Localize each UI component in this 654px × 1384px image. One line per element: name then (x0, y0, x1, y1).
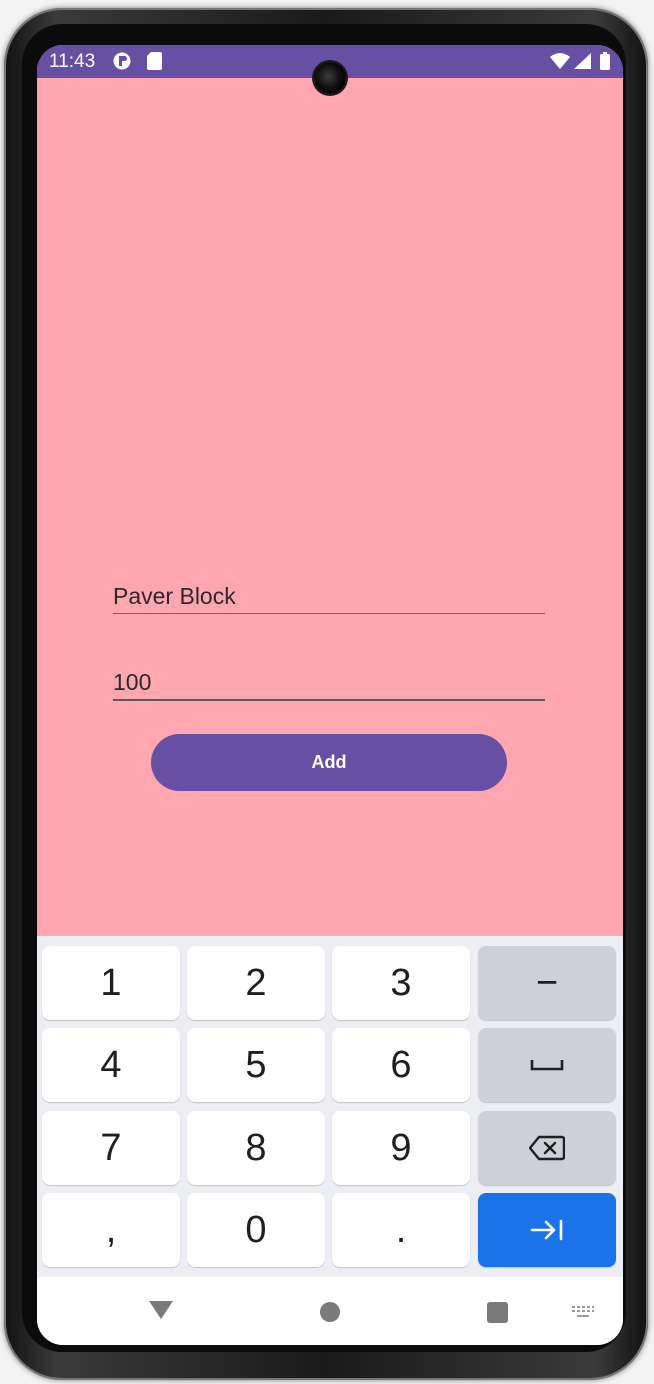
key-minus[interactable]: − (478, 946, 616, 1020)
add-button[interactable]: Add (151, 734, 507, 791)
backspace-icon (529, 1135, 565, 1161)
key-5[interactable]: 5 (187, 1028, 325, 1102)
key-7[interactable]: 7 (42, 1111, 180, 1185)
key-comma[interactable]: , (42, 1193, 180, 1267)
key-period[interactable]: . (332, 1193, 470, 1267)
key-backspace[interactable] (478, 1111, 616, 1185)
space-icon (530, 1060, 564, 1071)
wifi-icon (550, 53, 570, 69)
key-9[interactable]: 9 (332, 1111, 470, 1185)
back-triangle-icon[interactable] (149, 1301, 173, 1319)
device-screen: 11:43 Add (37, 45, 623, 1345)
media-icon (113, 52, 131, 70)
page: 11:43 Add (0, 0, 654, 1384)
keyboard-switch-icon[interactable] (571, 1305, 595, 1319)
item-name-input[interactable] (113, 579, 545, 614)
key-4[interactable]: 4 (42, 1028, 180, 1102)
recents-square-icon[interactable] (487, 1302, 508, 1323)
battery-icon (600, 52, 610, 70)
front-camera (314, 62, 346, 94)
key-1[interactable]: 1 (42, 946, 180, 1020)
numeric-keyboard: 1 2 3 − 4 5 6 7 8 9 , 0 . (37, 936, 623, 1277)
key-0[interactable]: 0 (187, 1193, 325, 1267)
key-next[interactable] (478, 1193, 616, 1267)
key-space[interactable] (478, 1028, 616, 1102)
key-8[interactable]: 8 (187, 1111, 325, 1185)
home-circle-icon[interactable] (320, 1302, 340, 1322)
signal-icon (574, 53, 591, 69)
key-2[interactable]: 2 (187, 946, 325, 1020)
navigation-bar (37, 1277, 623, 1345)
app-content: Add (37, 78, 623, 936)
sd-card-icon (147, 52, 162, 70)
status-time: 11:43 (49, 51, 96, 72)
key-3[interactable]: 3 (332, 946, 470, 1020)
key-6[interactable]: 6 (332, 1028, 470, 1102)
next-icon (530, 1219, 563, 1241)
quantity-input[interactable] (113, 665, 545, 701)
